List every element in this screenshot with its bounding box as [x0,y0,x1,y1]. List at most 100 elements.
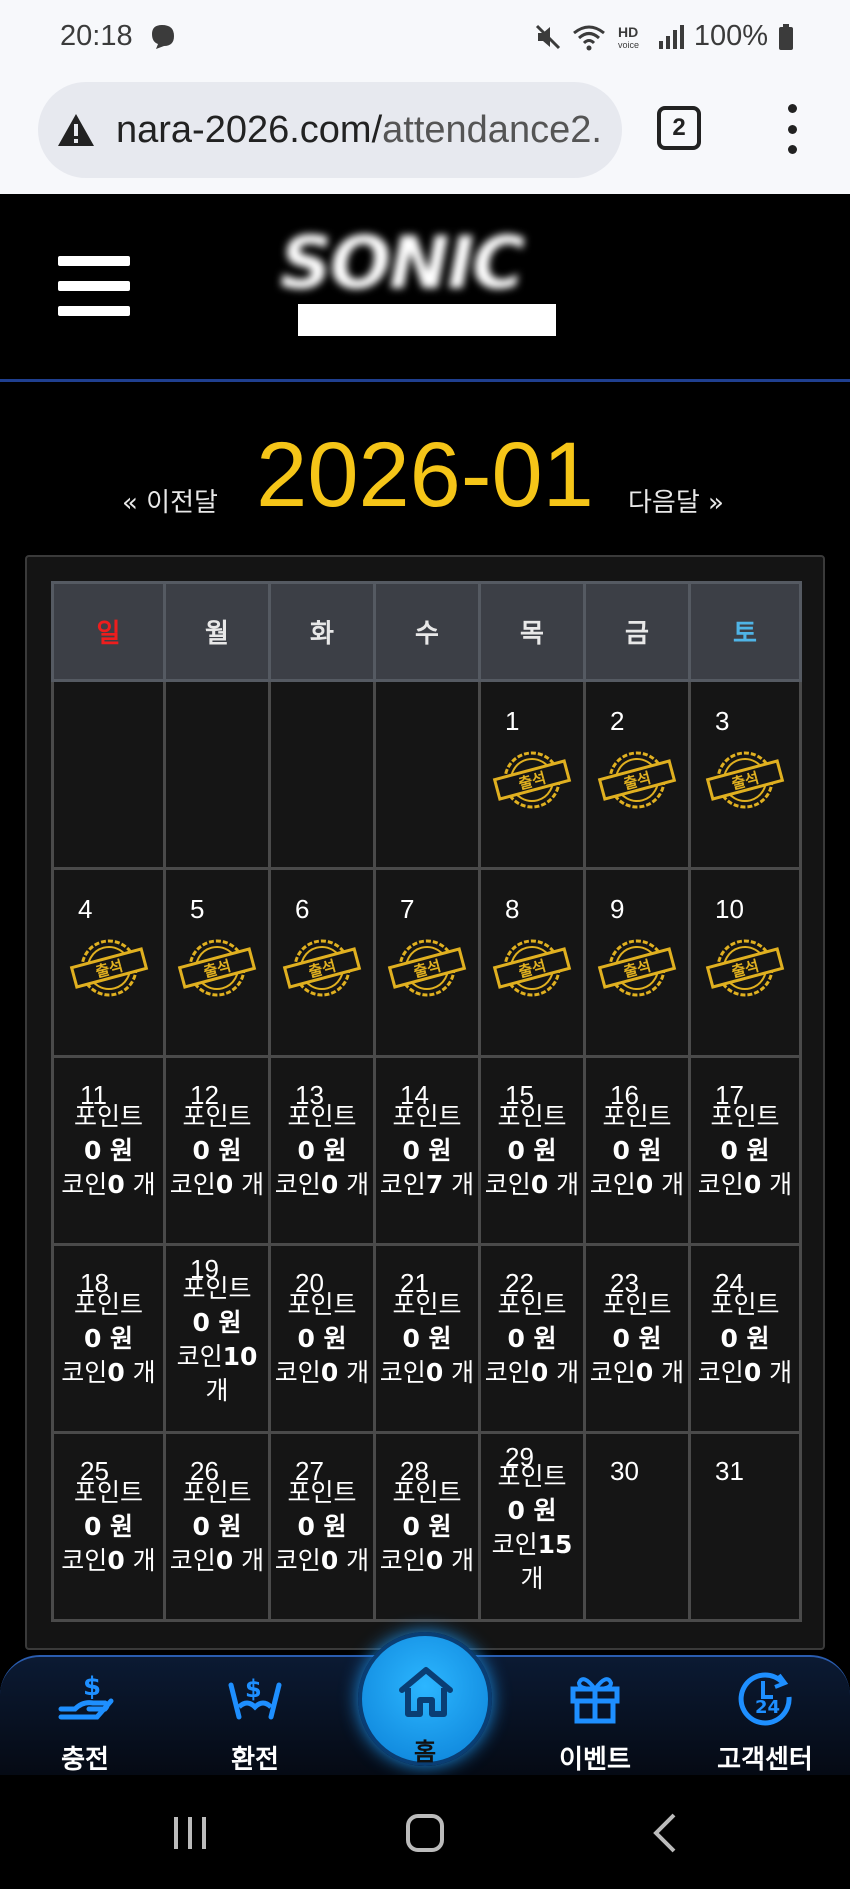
coin-label: 코인 [274,1170,321,1199]
attendance-stamp-icon [492,936,572,1000]
prev-month-link[interactable]: « 이전달 [122,482,218,519]
day-cell[interactable]: 6 [268,867,376,1058]
point-label: 포인트 [73,1478,143,1507]
coin-label: 코인 [61,1358,108,1387]
day-cell[interactable]: 25 포인트 0 원 코인0 개 [51,1431,166,1622]
day-reward-info: 포인트 0 원 코인0 개 [271,1100,373,1202]
weekday-tue: 화 [268,581,376,682]
coin-unit: 개 [346,1358,370,1387]
address-bar[interactable]: nara-2026.com/attendance2. [38,82,622,178]
day-cell[interactable]: 26 포인트 0 원 코인0 개 [163,1431,271,1622]
empty-cell [373,679,481,870]
browser-toolbar: nara-2026.com/attendance2. 2 [0,76,850,194]
coin-label: 코인 [61,1170,108,1199]
coin-label: 코인 [274,1358,321,1387]
recent-apps-icon[interactable] [170,1815,210,1851]
day-cell[interactable]: 5 [163,867,271,1058]
nav-home-label: 홈 [413,1738,437,1766]
next-month-link[interactable]: 다음달 » [628,482,724,519]
gift-icon [570,1677,620,1724]
home-icon [399,1667,453,1717]
day-reward-info: 포인트 0 원 코인0 개 [586,1100,688,1202]
warning-icon[interactable] [56,110,96,150]
day-cell[interactable]: 29 포인트 0 원 코인15 개 [478,1431,586,1622]
day-number: 3 [715,706,730,736]
coin-unit: 개 [451,1170,475,1199]
day-cell[interactable]: 19 포인트 0 원 코인10 개 [163,1243,271,1434]
day-cell[interactable]: 30 [583,1431,691,1622]
point-value: 0 원 [507,1136,557,1165]
empty-cell [268,679,376,870]
day-cell[interactable]: 23 포인트 0 원 코인0 개 [583,1243,691,1434]
day-cell[interactable]: 24 포인트 0 원 코인0 개 [688,1243,802,1434]
day-cell[interactable]: 8 [478,867,586,1058]
day-cell[interactable]: 27 포인트 0 원 코인0 개 [268,1431,376,1622]
day-cell[interactable]: 4 [51,867,166,1058]
back-icon[interactable] [650,1813,680,1853]
attendance-calendar: 일 월 화 수 목 금 토 1 2 3 4 5 6 7 8 9 10 11 포인… [25,555,825,1650]
day-reward-info: 포인트 0 원 코인0 개 [271,1476,373,1578]
coin-value: 0 [530,1358,549,1387]
point-value: 0 원 [192,1308,242,1337]
calendar-week: 4 5 6 7 8 9 10 [51,867,802,1058]
day-reward-info: 포인트 0 원 코인0 개 [481,1288,583,1390]
nav-exchange-label: 환전 [231,1745,279,1775]
nav-charge[interactable]: $ 충전 [25,1667,145,1776]
day-cell[interactable]: 11 포인트 0 원 코인0 개 [51,1055,166,1246]
day-cell[interactable]: 7 [373,867,481,1058]
day-cell[interactable]: 15 포인트 0 원 코인0 개 [478,1055,586,1246]
coin-value: 0 [215,1546,234,1575]
coin-label: 코인 [589,1358,636,1387]
day-number: 30 [610,1456,639,1486]
day-cell[interactable]: 12 포인트 0 원 코인0 개 [163,1055,271,1246]
day-cell[interactable]: 20 포인트 0 원 코인0 개 [268,1243,376,1434]
nav-support[interactable]: 24 고객센터 [705,1667,825,1776]
day-cell[interactable]: 28 포인트 0 원 코인0 개 [373,1431,481,1622]
day-cell[interactable]: 21 포인트 0 원 코인0 개 [373,1243,481,1434]
coin-value: 0 [635,1170,654,1199]
weekday-sun: 일 [51,581,166,682]
point-value: 0 원 [507,1324,557,1353]
url-text[interactable]: nara-2026.com/attendance2. [116,109,606,152]
day-cell[interactable]: 17 포인트 0 원 코인0 개 [688,1055,802,1246]
battery-percent: 100% [693,20,768,52]
nav-event[interactable]: 이벤트 [535,1667,655,1776]
day-cell[interactable]: 1 [478,679,586,870]
day-cell[interactable]: 9 [583,867,691,1058]
day-number: 4 [78,894,93,924]
menu-icon[interactable] [58,256,130,316]
attendance-stamp-icon [282,936,362,1000]
point-label: 포인트 [710,1290,780,1319]
nav-home-button[interactable]: 홈 [358,1632,492,1766]
day-number: 31 [715,1456,744,1486]
point-label: 포인트 [287,1290,357,1319]
day-cell[interactable]: 18 포인트 0 원 코인0 개 [51,1243,166,1434]
home-system-icon[interactable] [404,1813,446,1853]
site-logo[interactable]: SONIC [280,227,580,299]
coin-value: 0 [425,1546,444,1575]
tab-switcher-button[interactable]: 2 [657,106,701,150]
logo-subtitle-redacted [298,304,556,336]
day-cell[interactable]: 13 포인트 0 원 코인0 개 [268,1055,376,1246]
day-cell[interactable]: 3 [688,679,802,870]
day-cell[interactable]: 10 [688,867,802,1058]
weekday-header-row: 일 월 화 수 목 금 토 [51,581,802,682]
coin-unit: 개 [769,1170,793,1199]
coin-label: 코인 [697,1170,744,1199]
point-label: 포인트 [287,1102,357,1131]
day-cell[interactable]: 31 [688,1431,802,1622]
day-cell[interactable]: 22 포인트 0 원 코인0 개 [478,1243,586,1434]
coin-label: 코인 [379,1170,426,1199]
day-cell[interactable]: 16 포인트 0 원 코인0 개 [583,1055,691,1246]
point-value: 0 원 [720,1136,770,1165]
nav-exchange[interactable]: $ 환전 [195,1667,315,1776]
day-cell[interactable]: 14 포인트 0 원 코인7 개 [373,1055,481,1246]
point-label: 포인트 [497,1462,567,1491]
point-value: 0 원 [612,1324,662,1353]
day-cell[interactable]: 2 [583,679,691,870]
day-reward-info: 포인트 0 원 코인0 개 [166,1476,268,1578]
point-label: 포인트 [182,1274,252,1303]
more-menu-icon[interactable] [786,104,798,154]
day-reward-info: 포인트 0 원 코인0 개 [481,1100,583,1202]
coin-unit: 개 [346,1170,370,1199]
